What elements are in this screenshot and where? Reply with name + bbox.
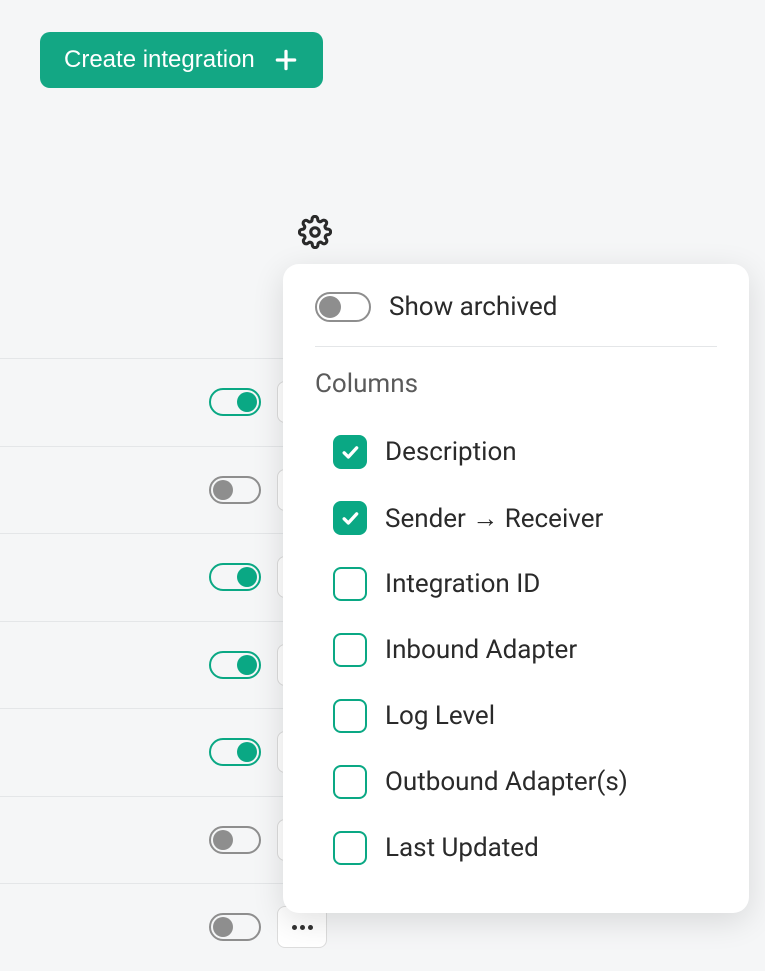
checkbox-unchecked-icon xyxy=(333,765,367,799)
row-toggle[interactable] xyxy=(209,651,261,679)
create-integration-button[interactable]: Create integration xyxy=(40,32,323,88)
column-option-label: Inbound Adapter xyxy=(385,635,577,665)
settings-popover: Show archived Columns Description Sender … xyxy=(283,264,749,913)
checkbox-checked-icon xyxy=(333,435,367,469)
column-option[interactable]: Integration ID xyxy=(315,551,717,617)
column-option-label: Last Updated xyxy=(385,833,539,863)
show-archived-row: Show archived xyxy=(315,292,717,347)
toggle-knob xyxy=(237,742,257,762)
checkbox-unchecked-icon xyxy=(333,567,367,601)
column-option-label: Sender → Receiver xyxy=(385,503,603,534)
column-option[interactable]: Last Updated xyxy=(315,815,717,881)
column-option-label: Description xyxy=(385,437,517,467)
row-toggle[interactable] xyxy=(209,388,261,416)
show-archived-toggle[interactable] xyxy=(315,292,371,322)
row-toggle[interactable] xyxy=(209,476,261,504)
show-archived-label: Show archived xyxy=(389,292,557,322)
toggle-knob xyxy=(237,392,257,412)
column-option[interactable]: Inbound Adapter xyxy=(315,617,717,683)
row-toggle[interactable] xyxy=(209,913,261,941)
column-option-label: Log Level xyxy=(385,701,495,731)
toggle-knob xyxy=(237,655,257,675)
columns-list: Description Sender → Receiver Integration … xyxy=(315,419,717,881)
checkbox-unchecked-icon xyxy=(333,831,367,865)
column-option[interactable]: Sender → Receiver xyxy=(315,485,717,551)
checkbox-unchecked-icon xyxy=(333,633,367,667)
toggle-knob xyxy=(213,830,233,850)
create-integration-label: Create integration xyxy=(64,46,255,74)
columns-heading: Columns xyxy=(315,369,717,399)
column-option[interactable]: Log Level xyxy=(315,683,717,749)
plus-icon xyxy=(273,47,299,73)
column-option-label: Outbound Adapter(s) xyxy=(385,767,628,797)
toggle-knob xyxy=(213,917,233,937)
toggle-knob xyxy=(213,480,233,500)
column-option[interactable]: Description xyxy=(315,419,717,485)
row-toggle[interactable] xyxy=(209,563,261,591)
column-option-label: Integration ID xyxy=(385,569,540,599)
column-option[interactable]: Outbound Adapter(s) xyxy=(315,749,717,815)
checkbox-unchecked-icon xyxy=(333,699,367,733)
toggle-knob xyxy=(237,567,257,587)
checkbox-checked-icon xyxy=(333,501,367,535)
row-toggle[interactable] xyxy=(209,826,261,854)
toggle-knob xyxy=(319,296,341,318)
more-icon xyxy=(292,925,313,930)
row-toggle[interactable] xyxy=(209,738,261,766)
gear-icon[interactable] xyxy=(298,215,332,249)
